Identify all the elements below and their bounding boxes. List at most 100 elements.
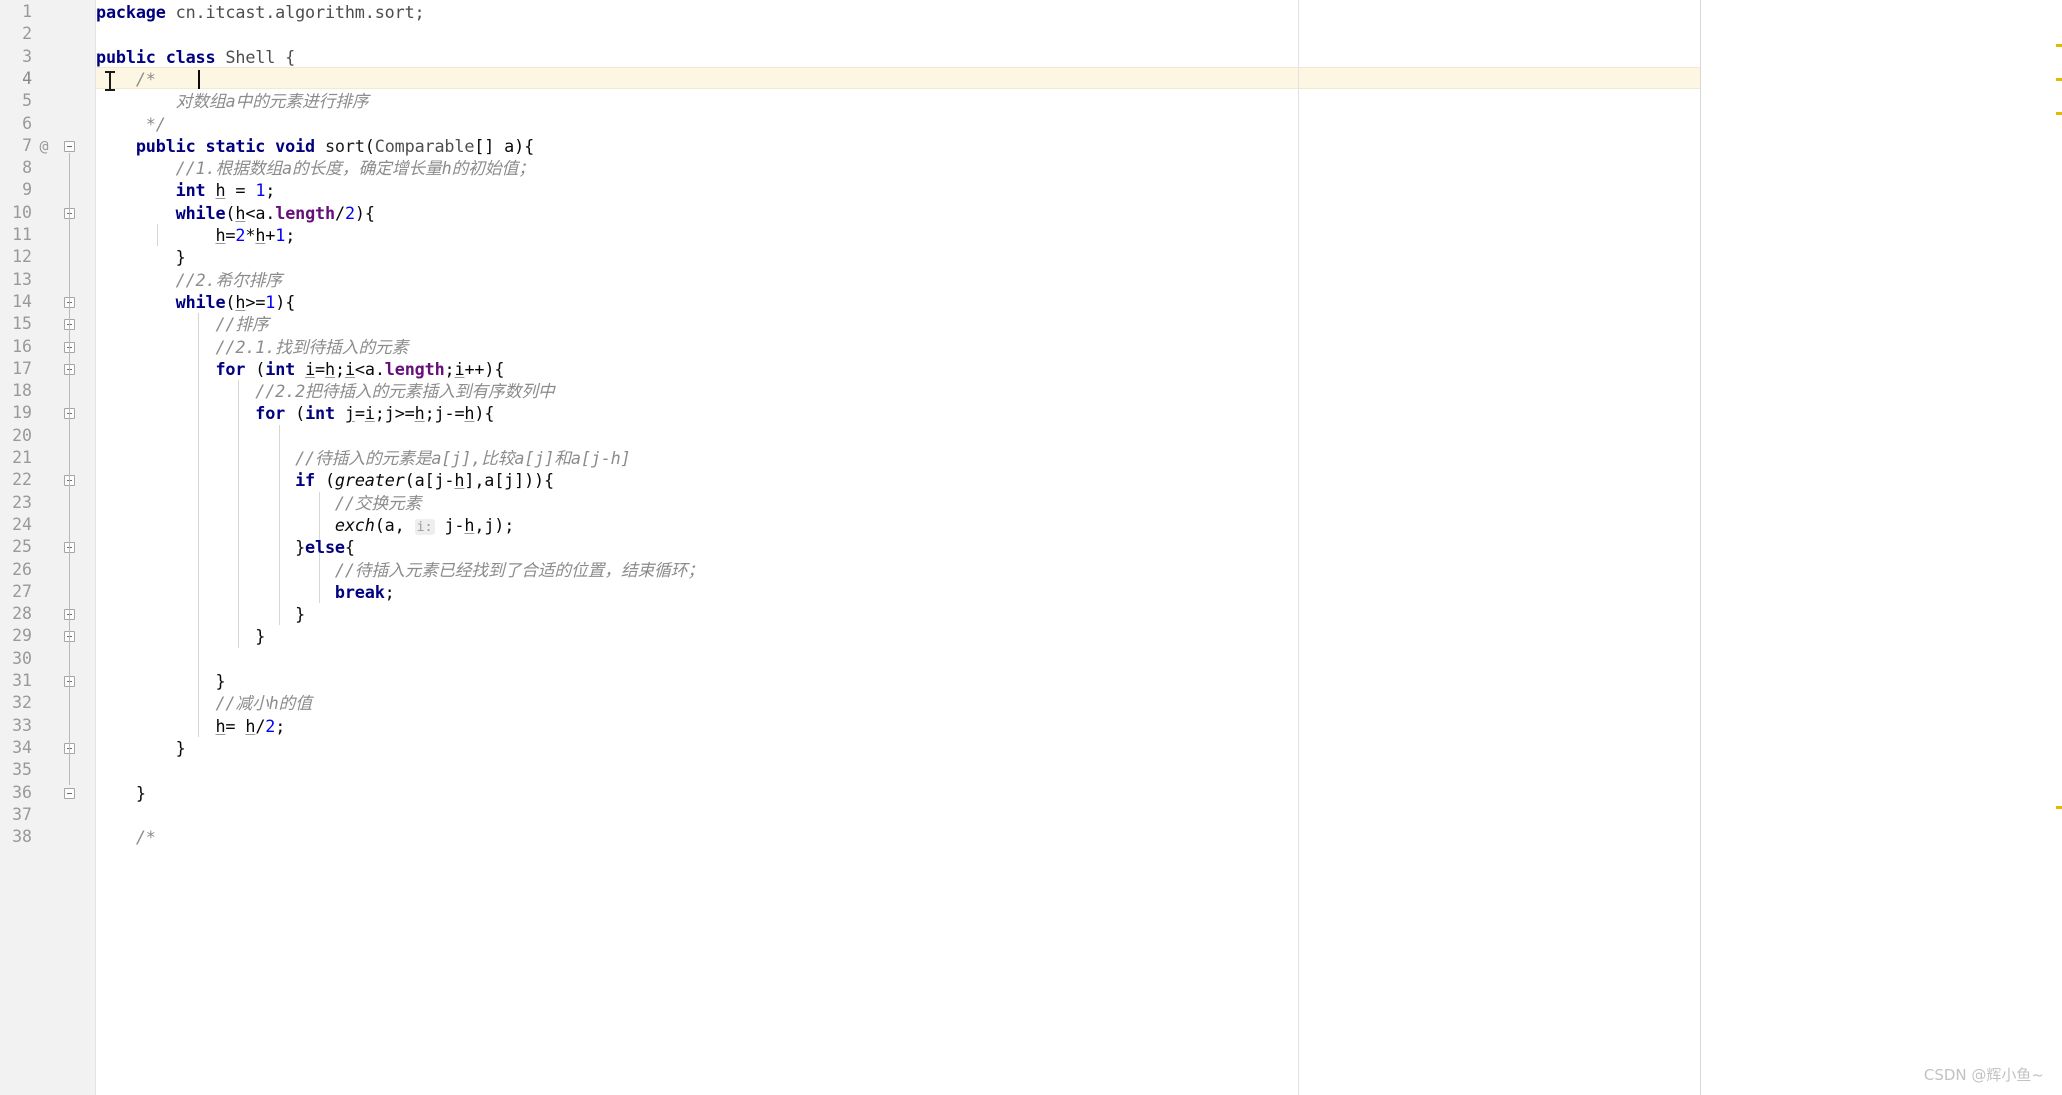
line-number[interactable]: 10 [0,202,32,224]
code-line[interactable]: } [96,670,225,692]
line-number[interactable]: 30 [0,648,32,670]
line-number[interactable]: 29 [0,625,32,647]
code-editor-pane[interactable]: 1 2 3 4 5 6 7 8 9 10 11 12 13 14 15 16 17 18 19 20 21 22 23 24 2… [0,0,1700,1095]
code-token: (a[j- [404,470,455,491]
line-number[interactable]: 12 [0,246,32,268]
code-fold-toggle[interactable] [64,140,75,152]
line-number[interactable]: 35 [0,759,32,781]
code-text-area[interactable]: package cn.itcast.algorithm.sort; public … [96,0,1700,1095]
code-line[interactable]: for (int i=h;i<a.length;i++){ [96,358,504,380]
line-number[interactable]: 9 [0,179,32,201]
code-line[interactable]: //2.希尔排序 [96,269,282,291]
line-number[interactable]: 31 [0,670,32,692]
code-token: } [96,537,306,558]
code-line[interactable]: 对数组a中的元素进行排序 [96,90,369,112]
code-token: = [354,403,365,424]
code-line[interactable]: //待插入的元素是a[j],比较a[j]和a[j-h] [96,447,631,469]
line-number[interactable]: 8 [0,157,32,179]
code-token: h [245,715,256,736]
code-line[interactable]: h= h/2; [96,715,285,737]
line-number[interactable]: 27 [0,581,32,603]
code-token: h [454,470,465,491]
line-number[interactable]: 26 [0,559,32,581]
line-number[interactable]: 17 [0,358,32,380]
code-line[interactable]: } [96,246,186,268]
code-token: = [225,180,256,201]
code-line[interactable]: for (int j=i;j>=h;j-=h){ [96,402,494,424]
code-line[interactable]: }else{ [96,536,355,558]
line-number[interactable]: 15 [0,313,32,335]
fold-region-line [69,219,70,251]
code-line[interactable]: //减小h的值 [96,692,312,714]
code-line[interactable]: } [96,603,305,625]
code-line[interactable]: //待插入元素已经找到了合适的位置，结束循环； [96,559,704,581]
analysis-marker[interactable] [2056,806,2062,809]
line-number[interactable]: 37 [0,804,32,826]
code-token: 1 [255,180,266,201]
code-line[interactable]: if (greater(a[j-h],a[j])){ [96,469,554,491]
code-line[interactable]: exch(a, i: j-h,j); [96,514,514,536]
line-number[interactable]: 16 [0,336,32,358]
code-line[interactable]: //交换元素 [96,492,422,514]
line-number[interactable]: 23 [0,492,32,514]
line-number[interactable]: 5 [0,90,32,112]
code-line[interactable]: */ [96,113,166,135]
line-number[interactable]: 32 [0,692,32,714]
line-number[interactable]: 20 [0,425,32,447]
code-line[interactable]: break; [96,581,395,603]
code-line[interactable]: } [96,737,186,759]
code-line[interactable]: public static void sort(Comparable[] a){ [96,135,534,157]
line-number[interactable]: 6 [0,113,32,135]
line-number[interactable]: 19 [0,402,32,424]
code-token: >= [245,291,266,312]
line-number[interactable]: 34 [0,737,32,759]
analysis-marker[interactable] [2056,112,2062,115]
line-number[interactable]: 11 [0,224,32,246]
code-token: ( [255,358,266,379]
line-number[interactable]: 18 [0,380,32,402]
line-number[interactable]: 1 [0,1,32,23]
code-token: h [464,514,475,535]
code-line[interactable]: //排序 [96,313,268,335]
line-number[interactable]: 3 [0,46,32,68]
code-line[interactable]: //1.根据数组a的长度，确定增长量h的初始值； [96,157,535,179]
code-line[interactable]: public class Shell { [96,46,295,68]
code-line[interactable]: //2.1.找到待插入的元素 [96,336,408,358]
code-fold-toggle[interactable] [64,787,75,799]
line-number[interactable]: 28 [0,603,32,625]
line-number[interactable]: 2 [0,23,32,45]
code-line[interactable]: package cn.itcast.algorithm.sort; [96,1,425,23]
gutter-annotation-icon[interactable]: @ [36,135,52,157]
code-token: package [96,2,176,22]
analysis-marker[interactable] [2056,44,2062,47]
code-token: while [175,291,226,312]
line-number[interactable]: 22 [0,469,32,491]
code-line[interactable]: //2.2把待插入的元素插入到有序数列中 [96,380,555,402]
line-number[interactable]: 14 [0,291,32,313]
code-line[interactable]: while(h>=1){ [96,291,296,313]
code-line[interactable]: int h = 1; [96,179,276,201]
code-line[interactable]: } [96,625,265,647]
code-token: h [215,715,226,736]
code-token: ){ [474,403,495,424]
line-number[interactable]: 38 [0,826,32,848]
line-number[interactable]: 24 [0,514,32,536]
code-line[interactable]: h=2*h+1; [96,224,295,246]
line-number[interactable]: 4 [0,68,32,90]
line-number[interactable]: 25 [0,536,32,558]
analysis-marker[interactable] [2056,78,2062,81]
code-line[interactable]: } [96,782,146,804]
code-token: public [96,46,166,67]
analysis-marker-stripe[interactable] [1701,0,2062,1095]
code-token: else [305,537,345,558]
code-token: //1.根据数组a的长度，确定增长量h的初始值； [96,158,535,179]
line-number[interactable]: 7 [0,135,32,157]
line-number[interactable]: 13 [0,269,32,291]
line-number[interactable]: 33 [0,715,32,737]
line-number[interactable]: 36 [0,782,32,804]
code-line[interactable]: /* [96,826,156,848]
code-token: //2.2把待插入的元素插入到有序数列中 [96,381,555,402]
line-number[interactable]: 21 [0,447,32,469]
code-line[interactable]: while(h<a.length/2){ [96,202,375,224]
